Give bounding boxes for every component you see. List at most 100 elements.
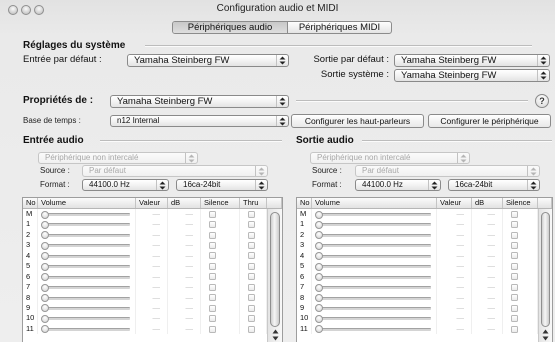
mute-checkbox[interactable] <box>209 304 216 312</box>
volume-slider[interactable] <box>312 229 437 241</box>
volume-slider-knob[interactable] <box>41 252 49 261</box>
mute-checkbox[interactable] <box>511 304 518 312</box>
input-source-popup[interactable]: Par défaut <box>82 165 268 177</box>
vertical-scrollbar[interactable] <box>538 209 552 342</box>
volume-slider[interactable] <box>312 271 437 283</box>
input-stream-popup[interactable]: Périphérique non intercalé <box>38 152 198 164</box>
mute-checkbox[interactable] <box>209 231 216 239</box>
volume-slider-knob[interactable] <box>315 252 323 261</box>
default-output-popup[interactable]: Yamaha Steinberg FW <box>394 54 550 67</box>
volume-slider[interactable] <box>312 209 437 220</box>
volume-slider-knob[interactable] <box>315 304 323 313</box>
output-bit-format-popup[interactable]: 16ca-24bit <box>448 179 540 191</box>
mute-checkbox[interactable] <box>511 273 518 281</box>
volume-slider[interactable] <box>38 229 136 241</box>
thru-checkbox[interactable] <box>248 210 255 218</box>
scrollbar-thumb[interactable] <box>270 212 280 327</box>
mute-checkbox[interactable] <box>511 210 518 218</box>
mute-checkbox[interactable] <box>511 315 518 323</box>
volume-slider-knob[interactable] <box>315 273 323 282</box>
vertical-scrollbar[interactable] <box>267 209 282 342</box>
volume-slider[interactable] <box>312 313 437 324</box>
volume-slider[interactable] <box>38 292 136 303</box>
volume-slider[interactable] <box>312 240 437 251</box>
mute-checkbox[interactable] <box>511 325 518 333</box>
mute-checkbox[interactable] <box>209 252 216 260</box>
thru-checkbox[interactable] <box>248 273 255 281</box>
volume-slider-knob[interactable] <box>41 304 49 313</box>
clock-source-popup[interactable]: n12 Internal <box>110 115 289 127</box>
tab-midi-devices[interactable]: Périphériques MIDI <box>288 22 391 33</box>
mute-checkbox[interactable] <box>209 315 216 323</box>
thru-checkbox[interactable] <box>248 242 255 250</box>
output-stream-popup[interactable]: Périphérique non intercalé <box>310 152 470 164</box>
scroll-down-arrow-icon[interactable] <box>268 335 282 342</box>
input-bit-format-popup[interactable]: 16ca-24bit <box>176 179 268 191</box>
volume-slider-knob[interactable] <box>315 314 323 323</box>
mute-checkbox[interactable] <box>209 294 216 302</box>
volume-slider[interactable] <box>38 282 136 293</box>
volume-slider-knob[interactable] <box>315 210 323 219</box>
volume-slider[interactable] <box>312 282 437 293</box>
input-sample-rate-popup[interactable]: 44100.0 Hz <box>82 179 169 191</box>
mute-checkbox[interactable] <box>209 242 216 250</box>
mute-checkbox[interactable] <box>209 283 216 291</box>
thru-checkbox[interactable] <box>248 325 255 333</box>
volume-slider-knob[interactable] <box>315 262 323 271</box>
volume-slider[interactable] <box>38 302 136 314</box>
thru-checkbox[interactable] <box>248 252 255 260</box>
volume-slider[interactable] <box>38 313 136 324</box>
mute-checkbox[interactable] <box>511 242 518 250</box>
configure-device-button[interactable]: Configurer le périphérique <box>428 114 551 128</box>
volume-slider-knob[interactable] <box>41 241 49 250</box>
scrollbar-thumb[interactable] <box>541 212 550 327</box>
mute-checkbox[interactable] <box>511 221 518 229</box>
mute-checkbox[interactable] <box>209 210 216 218</box>
mute-checkbox[interactable] <box>209 325 216 333</box>
thru-checkbox[interactable] <box>248 315 255 323</box>
output-sample-rate-popup[interactable]: 44100.0 Hz <box>355 179 441 191</box>
volume-slider-knob[interactable] <box>315 220 323 229</box>
thru-checkbox[interactable] <box>248 262 255 270</box>
mute-checkbox[interactable] <box>511 294 518 302</box>
system-output-popup[interactable]: Yamaha Steinberg FW <box>394 69 550 82</box>
volume-slider-knob[interactable] <box>315 231 323 240</box>
mute-checkbox[interactable] <box>511 231 518 239</box>
volume-slider[interactable] <box>312 250 437 262</box>
configure-speakers-button[interactable]: Configurer les haut-parleurs <box>291 114 424 128</box>
volume-slider-knob[interactable] <box>41 220 49 229</box>
mute-checkbox[interactable] <box>209 273 216 281</box>
default-input-popup[interactable]: Yamaha Steinberg FW <box>127 54 289 67</box>
thru-checkbox[interactable] <box>248 231 255 239</box>
scroll-down-arrow-icon[interactable] <box>539 335 552 342</box>
volume-slider-knob[interactable] <box>315 294 323 302</box>
volume-slider-knob[interactable] <box>315 283 323 292</box>
volume-slider[interactable] <box>38 323 136 335</box>
output-source-popup[interactable]: Par défaut <box>355 165 540 177</box>
volume-slider-knob[interactable] <box>315 325 323 334</box>
volume-slider[interactable] <box>38 219 136 230</box>
volume-slider-knob[interactable] <box>315 241 323 250</box>
volume-slider[interactable] <box>312 302 437 314</box>
volume-slider[interactable] <box>312 323 437 335</box>
volume-slider[interactable] <box>38 261 136 272</box>
mute-checkbox[interactable] <box>511 283 518 291</box>
mute-checkbox[interactable] <box>209 221 216 229</box>
volume-slider-knob[interactable] <box>41 210 49 219</box>
volume-slider-knob[interactable] <box>41 314 49 323</box>
properties-device-popup[interactable]: Yamaha Steinberg FW <box>110 95 289 108</box>
volume-slider[interactable] <box>38 240 136 251</box>
volume-slider-knob[interactable] <box>41 283 49 292</box>
mute-checkbox[interactable] <box>511 262 518 270</box>
volume-slider[interactable] <box>38 250 136 262</box>
volume-slider[interactable] <box>312 292 437 303</box>
volume-slider[interactable] <box>38 209 136 220</box>
volume-slider[interactable] <box>312 219 437 230</box>
scroll-up-arrow-icon[interactable] <box>268 328 282 335</box>
help-button[interactable]: ? <box>535 94 549 108</box>
mute-checkbox[interactable] <box>511 252 518 260</box>
tab-audio-devices[interactable]: Périphériques audio <box>173 22 288 33</box>
volume-slider-knob[interactable] <box>41 325 49 334</box>
volume-slider[interactable] <box>38 271 136 283</box>
volume-slider-knob[interactable] <box>41 294 49 302</box>
